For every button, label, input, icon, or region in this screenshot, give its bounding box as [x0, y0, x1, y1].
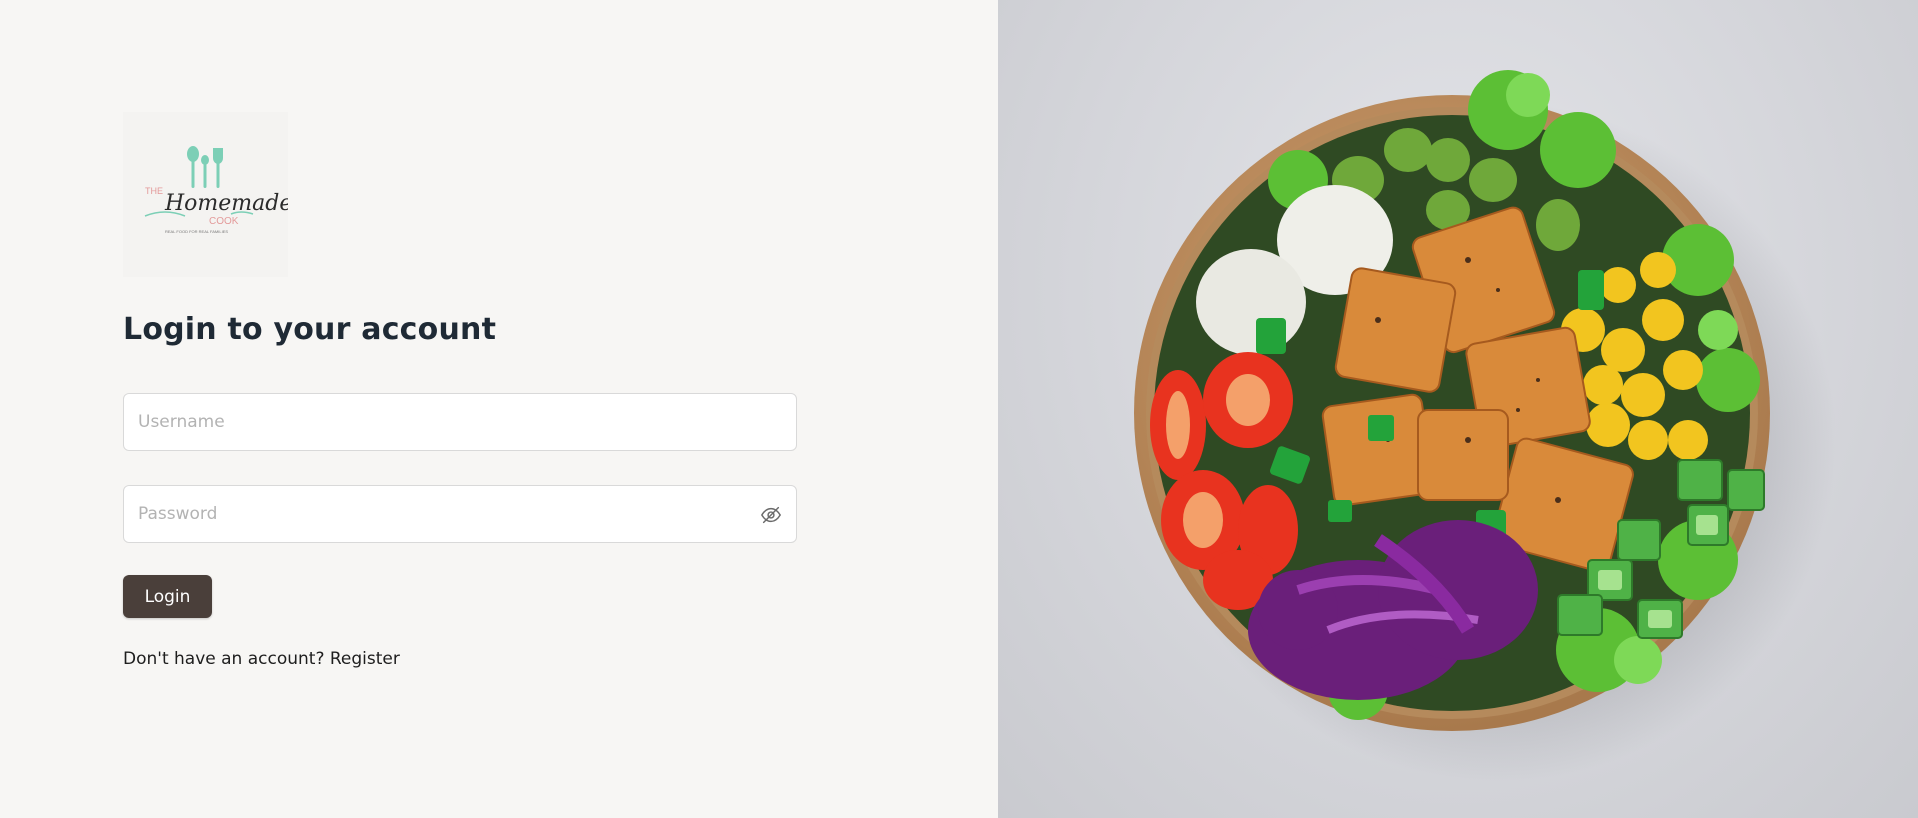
login-button[interactable]: Login: [123, 575, 212, 618]
page-title: Login to your account: [123, 312, 497, 347]
password-field-wrapper: [123, 485, 797, 543]
login-page: THE Homemade COOK REAL FOOD FOR REAL FAM…: [0, 0, 1918, 818]
brand-logo: THE Homemade COOK REAL FOOD FOR REAL FAM…: [123, 112, 288, 277]
hero-image: [998, 0, 1918, 818]
login-panel: THE Homemade COOK REAL FOOD FOR REAL FAM…: [0, 0, 998, 818]
register-prompt-text: Don't have an account?: [123, 649, 325, 669]
svg-text:Homemade: Homemade: [164, 191, 288, 216]
svg-text:REAL FOOD FOR REAL FAMILIES: REAL FOOD FOR REAL FAMILIES: [165, 229, 228, 234]
svg-text:THE: THE: [145, 186, 163, 196]
password-input[interactable]: [124, 486, 738, 542]
eye-slash-icon[interactable]: [760, 504, 782, 526]
username-input[interactable]: [124, 394, 738, 450]
username-field-wrapper: [123, 393, 797, 451]
salad-bowl-illustration: [1134, 70, 1836, 782]
register-link[interactable]: Register: [330, 649, 400, 669]
svg-text:COOK: COOK: [209, 216, 239, 227]
register-prompt: Don't have an account? Register: [123, 649, 400, 669]
